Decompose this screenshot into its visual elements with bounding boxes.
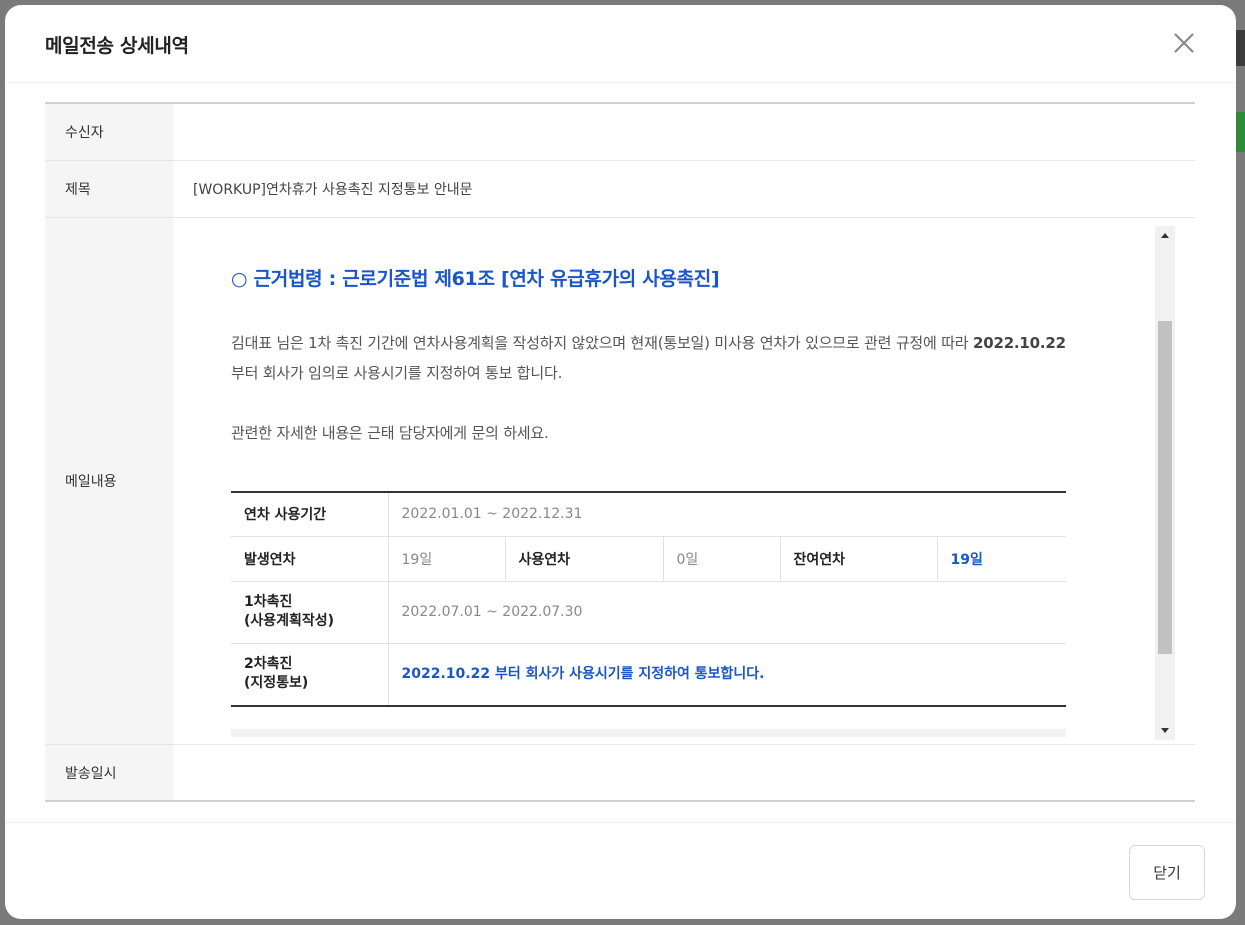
first-promotion-value: 2022.07.01 ~ 2022.07.30: [388, 581, 1066, 644]
scroll-thumb[interactable]: [1158, 321, 1172, 654]
remaining-value: 19일: [937, 536, 1066, 582]
period-label: 연차 사용기간: [231, 492, 389, 537]
used-value: 0일: [663, 536, 781, 582]
occurred-label: 발생연차: [231, 536, 389, 582]
period-value: 2022.01.01 ~ 2022.12.31: [388, 492, 1066, 537]
recipient-row: 수신자: [45, 104, 1195, 161]
content-area: ○ 근거법령 : 근로기준법 제61조 [연차 유급휴가의 사용촉진] 김대표 …: [173, 218, 1195, 744]
legal-basis-title: ○ 근거법령 : 근로기준법 제61조 [연차 유급휴가의 사용촉진]: [231, 268, 720, 290]
content-label: 메일내용: [45, 218, 173, 744]
recipient-label: 수신자: [45, 104, 173, 160]
subject-value: [WORKUP]연차휴가 사용촉진 지정통보 안내문: [193, 182, 473, 198]
sent-label: 발송일시: [45, 745, 173, 800]
sent-row: 발송일시: [45, 745, 1195, 800]
remaining-label: 잔여연차: [780, 536, 938, 582]
vertical-scrollbar[interactable]: [1155, 226, 1175, 740]
background-element: [1235, 112, 1245, 152]
content-bottom-edge: [231, 729, 1066, 737]
modal-footer: 닫기: [5, 822, 1236, 919]
subject-row: 제목 [WORKUP]연차휴가 사용촉진 지정통보 안내문: [45, 161, 1195, 218]
sent-value: [173, 745, 1195, 800]
second-promotion-label: 2차촉진 (지정통보): [231, 643, 389, 706]
close-button[interactable]: 닫기: [1129, 845, 1205, 900]
contact-paragraph: 관련한 자세한 내용은 근태 담당자에게 문의 하세요.: [231, 424, 549, 442]
mail-detail-modal: 메일전송 상세내역 수신자 제목 [WORKUP]연차휴가 사용촉진 지정통보 …: [5, 5, 1236, 919]
occurred-value: 19일: [388, 536, 506, 582]
mail-body-scroll[interactable]: ○ 근거법령 : 근로기준법 제61조 [연차 유급휴가의 사용촉진] 김대표 …: [173, 226, 1175, 740]
leave-info-table: 연차 사용기간 2022.01.01 ~ 2022.12.31 발생연차 19일…: [231, 491, 1066, 707]
content-row: 메일내용 ○ 근거법령 : 근로기준법 제61조 [연차 유급휴가의 사용촉진]…: [45, 218, 1195, 745]
notice-paragraph: 김대표 님은 1차 촉진 기간에 연차사용계획을 작성하지 않았으며 현재(통보…: [231, 334, 1066, 382]
recipient-value: [173, 104, 1195, 160]
table-row: 1차촉진 (사용계획작성) 2022.07.01 ~ 2022.07.30: [231, 581, 1066, 644]
detail-table: 수신자 제목 [WORKUP]연차휴가 사용촉진 지정통보 안내문 메일내용 ○…: [45, 102, 1195, 802]
used-label: 사용연차: [505, 536, 664, 582]
close-icon[interactable]: [1170, 29, 1198, 57]
table-row: 연차 사용기간 2022.01.01 ~ 2022.12.31: [231, 492, 1066, 537]
modal-title: 메일전송 상세내역: [45, 35, 189, 57]
scroll-up-icon[interactable]: [1155, 226, 1175, 246]
designated-date: 2022.10.22: [972, 334, 1066, 352]
scroll-down-icon[interactable]: [1155, 720, 1175, 740]
table-row: 발생연차 19일 사용연차 0일 잔여연차 19일: [231, 536, 1066, 582]
first-promotion-label: 1차촉진 (사용계획작성): [231, 581, 389, 644]
second-promotion-value: 2022.10.22 부터 회사가 사용시기를 지정하여 통보합니다.: [401, 665, 765, 682]
modal-header: 메일전송 상세내역: [5, 5, 1236, 83]
subject-label: 제목: [45, 161, 173, 217]
table-row: 2차촉진 (지정통보) 2022.10.22 부터 회사가 사용시기를 지정하여 …: [231, 643, 1066, 706]
